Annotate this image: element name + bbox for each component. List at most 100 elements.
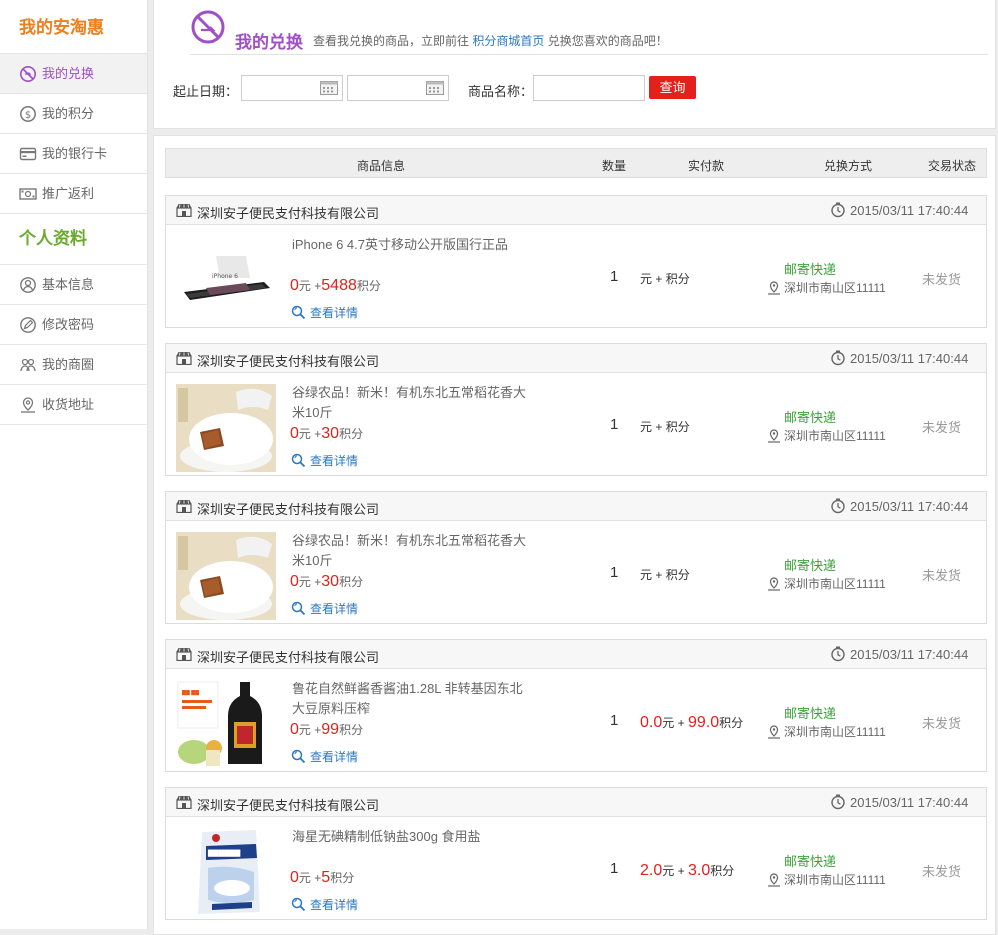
order-card: 深圳安子便民支付科技有限公司 2015/03/11 17:40:44 iPhon… — [165, 195, 987, 328]
paid-amount: 2.0元 + 3.0积分 — [640, 862, 734, 880]
shop-name[interactable]: 深圳安子便民支付科技有限公司 — [197, 499, 379, 518]
product-title[interactable]: 谷绿农品！新米！有机东北五常稻花香大米10斤 — [292, 383, 532, 423]
description-prefix: 查看我兑换的商品，立即前往 — [313, 34, 470, 48]
product-title[interactable]: iPhone 6 4.7英寸移动公开版国行正品 — [292, 235, 532, 255]
rice-product-image — [176, 384, 276, 472]
points-unit: 积分 — [339, 427, 364, 441]
pay-cash: 2.0 — [640, 862, 663, 879]
calendar-icon[interactable] — [426, 81, 444, 95]
shipping-address: 深圳市南山区11111 — [767, 279, 886, 296]
view-details-link[interactable]: 查看详情 — [291, 452, 358, 469]
sidebar-item-my-points[interactable]: $ 我的积分 — [0, 94, 147, 134]
pay-points: 99.0 — [687, 714, 720, 731]
address-text: 深圳市南山区11111 — [784, 429, 886, 443]
address-text: 深圳市南山区11111 — [784, 725, 886, 739]
end-date-field[interactable] — [347, 75, 449, 101]
sidebar-heading-personal-info: 个人资料 — [0, 214, 147, 265]
paid-amount: 0.0元 + 99.0积分 — [640, 714, 743, 732]
description-suffix: 兑换您喜欢的商品吧！ — [547, 34, 668, 48]
sidebar-item-label: 推广返利 — [42, 186, 95, 201]
address-text: 深圳市南山区11111 — [784, 281, 886, 295]
shipping-address: 深圳市南山区11111 — [767, 723, 886, 740]
sidebar-item-basic-info[interactable]: 基本信息 — [0, 265, 147, 305]
iphone-product-image: iPhone 6 — [176, 236, 276, 324]
sidebar-item-change-password[interactable]: 修改密码 — [0, 305, 147, 345]
store-icon — [176, 647, 192, 662]
product-title[interactable]: 鲁花自然鲜酱香酱油1.28L 非转基因东北大豆原料压榨 — [292, 679, 532, 719]
points-unit: 积分 — [356, 279, 381, 293]
sidebar-item-my-exchange[interactable]: 我的兑换 — [0, 54, 147, 94]
view-details-link[interactable]: 查看详情 — [291, 600, 358, 617]
clock-icon — [830, 498, 846, 514]
shipping-method: 邮寄快递 — [784, 262, 837, 277]
filter-row: 起止日期： 商品名称： 查询 — [154, 75, 995, 101]
dollar-coin-icon: $ — [19, 105, 37, 123]
sidebar-item-my-circle[interactable]: 我的商圈 — [0, 345, 147, 385]
start-date-field[interactable] — [241, 75, 343, 101]
sidebar-item-label: 我的商圈 — [42, 357, 95, 372]
user-icon — [19, 276, 37, 294]
order-header: 深圳安子便民支付科技有限公司 2015/03/11 17:40:44 — [166, 492, 986, 521]
store-icon — [176, 351, 192, 366]
price-cash: 0 — [290, 869, 299, 886]
shop-name[interactable]: 深圳安子便民支付科技有限公司 — [197, 203, 379, 222]
sidebar-item-label: 我的积分 — [42, 106, 95, 121]
col-quantity: 数量 — [602, 159, 627, 173]
sidebar-item-label: 我的兑换 — [42, 66, 95, 81]
location-pin-icon — [768, 724, 780, 739]
shipping-method: 邮寄快递 — [784, 410, 837, 425]
price-unit: 元 — [298, 723, 311, 737]
shop-name[interactable]: 深圳安子便民支付科技有限公司 — [197, 647, 379, 666]
svg-text:▇▇ ▇▇: ▇▇ ▇▇ — [181, 690, 199, 696]
header-panel: 我的兑换 查看我兑换的商品，立即前往 积分商城首页 兑换您喜欢的商品吧！ 起止日… — [153, 0, 996, 129]
product-title[interactable]: 谷绿农品！新米！有机东北五常稻花香大米10斤 — [292, 531, 532, 571]
calendar-icon[interactable] — [320, 81, 338, 95]
order-time: 2015/03/11 17:40:44 — [850, 795, 969, 810]
price-cash: 0 — [290, 277, 299, 294]
view-details-link[interactable]: 查看详情 — [291, 304, 358, 321]
shop-name[interactable]: 深圳安子便民支付科技有限公司 — [197, 351, 379, 370]
product-image[interactable]: ▇▇ ▇▇ — [176, 680, 276, 768]
query-button[interactable]: 查询 — [649, 76, 696, 99]
product-name-input[interactable] — [533, 75, 645, 101]
cash-icon — [19, 185, 37, 203]
order-time: 2015/03/11 17:40:44 — [850, 647, 969, 662]
orders-panel: 商品信息 数量 实付款 兑换方式 交易状态 深圳安子便民支付科技有限公司 201… — [153, 135, 996, 935]
view-details-link[interactable]: 查看详情 — [291, 748, 358, 765]
magnifier-icon — [291, 749, 306, 764]
price-points: 5488 — [321, 277, 357, 294]
price-unit: 元 — [298, 575, 311, 589]
order-card: 深圳安子便民支付科技有限公司 2015/03/11 17:40:44 谷绿农品！… — [165, 343, 987, 476]
sidebar-item-shipping-address[interactable]: 收货地址 — [0, 385, 147, 425]
shop-name[interactable]: 深圳安子便民支付科技有限公司 — [197, 795, 379, 814]
product-image[interactable]: ▇▇▇▇▇▇ — [176, 828, 276, 916]
sidebar-item-referral-rebate[interactable]: 推广返利 — [0, 174, 147, 214]
trade-status: 未发货 — [922, 420, 962, 435]
product-image[interactable]: iPhone 6 — [176, 236, 276, 324]
price-unit: 元 — [298, 279, 311, 293]
view-details-link[interactable]: 查看详情 — [291, 896, 358, 913]
product-name-label: 商品名称： — [468, 84, 534, 99]
pay-unit: 元 — [662, 864, 675, 878]
product-image[interactable] — [176, 532, 276, 620]
order-header: 深圳安子便民支付科技有限公司 2015/03/11 17:40:44 — [166, 344, 986, 373]
order-card: 深圳安子便民支付科技有限公司 2015/03/11 17:40:44 谷绿农品！… — [165, 491, 987, 624]
points-unit: 积分 — [330, 871, 355, 885]
quantity: 1 — [610, 416, 619, 433]
order-time: 2015/03/11 17:40:44 — [850, 203, 969, 218]
trade-status: 未发货 — [922, 864, 962, 879]
location-pin-icon — [19, 396, 37, 414]
shipping-method: 邮寄快递 — [784, 558, 837, 573]
clock-icon — [830, 646, 846, 662]
points-mall-link[interactable]: 积分商城首页 — [472, 34, 544, 48]
product-image[interactable] — [176, 384, 276, 472]
pay-cash: 0.0 — [640, 714, 663, 731]
pay-plus: + — [677, 864, 685, 878]
svg-text:$: $ — [25, 110, 31, 121]
product-title[interactable]: 海星无碘精制低钠盐300g 食用盐 — [292, 827, 532, 847]
address-text: 深圳市南山区11111 — [784, 577, 886, 591]
magnifier-icon — [291, 305, 306, 320]
shipping-address: 深圳市南山区11111 — [767, 575, 886, 592]
quantity: 1 — [610, 268, 619, 285]
sidebar-item-bank-card[interactable]: 我的银行卡 — [0, 134, 147, 174]
